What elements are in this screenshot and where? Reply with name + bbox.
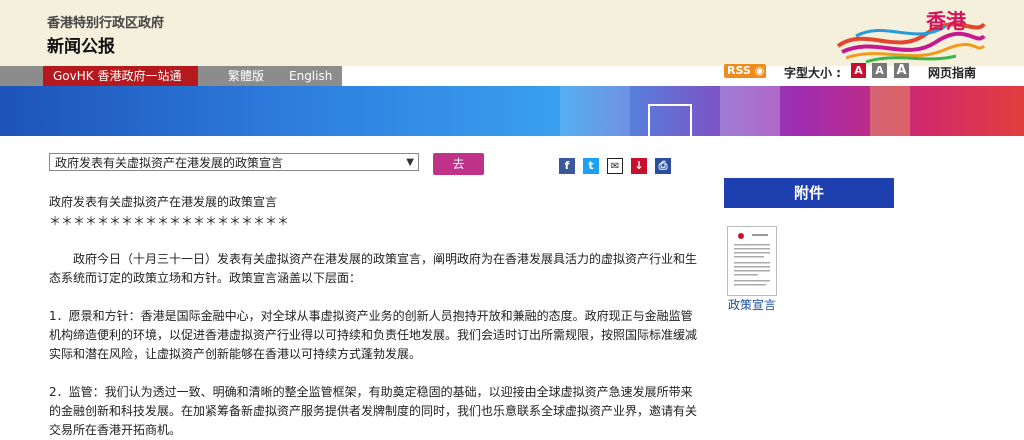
- rss-button[interactable]: RSS ◉: [724, 64, 766, 78]
- english-link[interactable]: English: [289, 66, 332, 86]
- font-size-large-button[interactable]: A: [894, 63, 909, 78]
- logo-text: 香港: [926, 9, 966, 33]
- site-subtitle: 香港特别行政区政府: [47, 16, 165, 31]
- article-paragraph: 2．监管：我们认为透过一致、明确和清晰的整全监管框架，有助奠定稳固的基础，以迎接…: [49, 385, 698, 437]
- traditional-chinese-link[interactable]: 繁體版: [228, 66, 264, 86]
- twitter-icon[interactable]: t: [583, 158, 599, 174]
- attachment-link[interactable]: 政策宣言: [728, 296, 776, 313]
- select-value: 政府发表有关虚拟资产在港发展的政策宣言: [55, 156, 284, 170]
- rss-icon: ◉: [754, 64, 765, 77]
- govhk-link[interactable]: GovHK 香港政府一站通: [43, 66, 198, 86]
- font-size-small-button[interactable]: A: [851, 63, 866, 78]
- banner-stripe: [720, 86, 780, 136]
- go-button[interactable]: 去: [433, 153, 484, 175]
- banner-stripe: [870, 86, 910, 136]
- attachments-heading: 附件: [724, 178, 894, 208]
- site-title: 新闻公报: [47, 37, 115, 57]
- page-guide-link[interactable]: 网页指南: [928, 64, 976, 81]
- email-icon[interactable]: ✉: [607, 158, 623, 174]
- article-title: 政府发表有关虚拟资产在港发展的政策宣言: [49, 195, 278, 209]
- document-icon: [734, 233, 770, 286]
- banner-image: [0, 86, 1024, 136]
- download-icon[interactable]: ↓: [631, 158, 647, 174]
- article-stars: ＊＊＊＊＊＊＊＊＊＊＊＊＊＊＊＊＊＊＊＊: [49, 214, 290, 228]
- rss-label: RSS: [727, 64, 751, 77]
- header: 香港特别行政区政府 新闻公报 香港: [0, 0, 1024, 66]
- article-paragraph: 政府今日（十月三十一日）发表有关虚拟资产在港发展的政策宣言，阐明政府为在香港发展…: [49, 252, 698, 285]
- press-release-select[interactable]: 政府发表有关虚拟资产在港发展的政策宣言 ▼: [49, 153, 419, 171]
- facebook-icon[interactable]: f: [559, 158, 575, 174]
- article-paragraph: 1．愿景和方针：香港是国际金融中心，对全球从事虚拟资产业务的创新人员抱持开放和兼…: [49, 309, 698, 361]
- banner-stripe: [560, 86, 630, 136]
- banner-stripe: [648, 104, 692, 136]
- article-body: 政府发表有关虚拟资产在港发展的政策宣言 ＊＊＊＊＊＊＊＊＊＊＊＊＊＊＊＊＊＊＊＊…: [49, 193, 701, 440]
- print-icon[interactable]: ⎙: [655, 158, 671, 174]
- attachment-thumbnail[interactable]: [727, 226, 777, 296]
- chevron-down-icon: ▼: [406, 157, 414, 168]
- font-size-medium-button[interactable]: A: [872, 63, 887, 78]
- font-size-label: 字型大小 :: [784, 66, 841, 80]
- nav-bar: GovHK 香港政府一站通 繁體版 English: [0, 66, 1024, 86]
